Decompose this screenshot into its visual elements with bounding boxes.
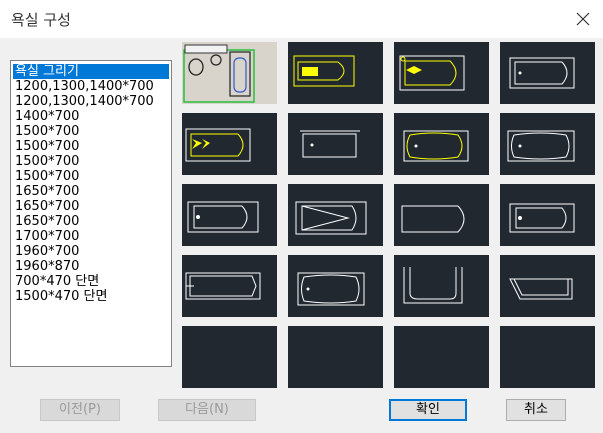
thumb-empty: [182, 326, 277, 388]
bathtub-icon: [403, 130, 469, 162]
bathtub-icon: [399, 55, 465, 91]
thumb-bathtub-section-1[interactable]: [394, 255, 489, 317]
close-button[interactable]: [568, 6, 598, 32]
bathtub-icon: [185, 128, 251, 162]
bathtub-icon: [401, 205, 465, 233]
list-item[interactable]: 1500*700: [13, 154, 81, 169]
list-item[interactable]: 1500*470 단면: [13, 289, 109, 304]
thumb-bathtub-6[interactable]: [394, 113, 489, 175]
list-item[interactable]: 1650*700: [13, 184, 81, 199]
thumb-bathtub-13[interactable]: [288, 255, 383, 317]
list-item[interactable]: 1500*700: [13, 169, 81, 184]
cancel-button[interactable]: 취소: [506, 399, 566, 421]
list-item[interactable]: 1960*870: [13, 259, 81, 274]
thumb-bathtub-12[interactable]: [182, 255, 277, 317]
thumb-bathtub-4[interactable]: [182, 113, 277, 175]
thumb-bathtub-8[interactable]: [182, 184, 277, 246]
list-item[interactable]: 욕실 그리기: [13, 64, 169, 79]
bathtub-icon: [507, 130, 575, 162]
list-item[interactable]: 1650*700: [13, 199, 81, 214]
bathtub-icon: [509, 203, 575, 233]
list-item[interactable]: 1650*700: [13, 214, 81, 229]
bathtub-section-icon: [403, 267, 463, 304]
bathroom-plan-icon: [183, 44, 255, 103]
list-item[interactable]: 1500*700: [13, 124, 81, 139]
thumb-empty: [500, 326, 595, 388]
thumb-empty: [394, 326, 489, 388]
list-item[interactable]: 1960*700: [13, 244, 81, 259]
thumb-bathtub-11[interactable]: [500, 184, 595, 246]
thumb-bathtub-10[interactable]: [394, 184, 489, 246]
list-item[interactable]: 1500*700: [13, 139, 81, 154]
thumb-bathtub-9[interactable]: [288, 184, 383, 246]
list-item[interactable]: 700*470 단면: [13, 274, 101, 289]
bathtub-icon: [295, 201, 367, 235]
bathtub-section-icon: [509, 278, 573, 300]
bathtub-icon: [187, 201, 259, 233]
close-icon: [576, 12, 590, 26]
bathtub-icon: [300, 130, 360, 158]
list-item[interactable]: 1200,1300,1400*700: [13, 79, 156, 94]
list-item[interactable]: 1700*700: [13, 229, 81, 244]
thumb-bathtub-section-2[interactable]: [500, 255, 595, 317]
thumb-bathtub-7[interactable]: [500, 113, 595, 175]
thumb-bathtub-3[interactable]: [500, 42, 595, 104]
bathtub-icon: [509, 57, 575, 89]
thumb-bathtub-2[interactable]: [394, 42, 489, 104]
size-listbox[interactable]: 욕실 그리기 1200,1300,1400*700 1200,1300,1400…: [10, 60, 172, 367]
bathtub-icon: [185, 272, 261, 300]
list-item[interactable]: 1200,1300,1400*700: [13, 94, 156, 109]
next-button[interactable]: 다음(N): [158, 399, 256, 421]
title-bar: 욕실 구성: [0, 0, 603, 38]
prev-button[interactable]: 이전(P): [40, 399, 120, 421]
thumb-bathroom-plan[interactable]: [182, 42, 277, 104]
thumb-empty: [288, 326, 383, 388]
thumb-bathtub-5[interactable]: [288, 113, 383, 175]
window-title: 욕실 구성: [11, 11, 71, 29]
bathtub-icon: [293, 55, 355, 87]
bathtub-icon: [297, 272, 365, 306]
ok-button[interactable]: 확인: [389, 399, 467, 421]
thumb-bathtub-1[interactable]: [288, 42, 383, 104]
list-item[interactable]: 1400*700: [13, 109, 81, 124]
